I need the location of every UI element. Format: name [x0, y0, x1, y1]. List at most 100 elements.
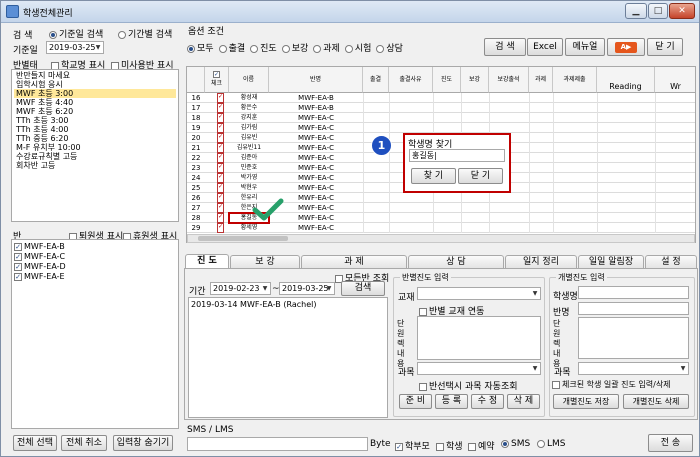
- subject-select[interactable]: ▼: [417, 362, 541, 375]
- option-radio-0[interactable]: 모두: [187, 44, 214, 54]
- checkbox-parent[interactable]: ✓ 학부모: [395, 439, 430, 452]
- row-check[interactable]: ✓: [205, 103, 229, 113]
- row-check[interactable]: ✓: [205, 143, 229, 153]
- student-name-input[interactable]: 홍길동|: [409, 149, 505, 162]
- col-attend-reason[interactable]: 출결사유: [389, 67, 433, 93]
- option-radio-6[interactable]: 상담: [376, 44, 403, 54]
- radio-period[interactable]: 기간별 검색: [118, 27, 172, 40]
- checkbox-reserve[interactable]: 예약: [468, 439, 495, 452]
- period-to-field[interactable]: 2019-03-25 ▼: [279, 282, 335, 295]
- indiv-delete-button[interactable]: 개별진도 삭제: [623, 394, 689, 409]
- row-check[interactable]: ✓: [205, 213, 229, 223]
- base-date-field[interactable]: 2019-03-25 ▼: [46, 41, 104, 54]
- option-radio-5[interactable]: 시험: [344, 44, 371, 54]
- find-button[interactable]: 찾 기: [411, 168, 456, 184]
- find-close-button[interactable]: 닫 기: [458, 168, 503, 184]
- maximize-button[interactable]: □: [648, 3, 668, 19]
- checkbox-student[interactable]: 학생: [436, 439, 463, 452]
- ban-item[interactable]: ✓ MWF-EA-B: [14, 242, 176, 252]
- checkbox[interactable]: ✓: [14, 242, 22, 251]
- class-type-item[interactable]: M-F 유치부 10:00: [14, 143, 176, 152]
- class-type-item[interactable]: MWF 초등 6:20: [14, 107, 176, 116]
- manual-button[interactable]: 메뉴얼: [565, 38, 605, 56]
- ban-item[interactable]: ✓ MWF-EA-C: [14, 252, 176, 262]
- row-check[interactable]: ✓: [205, 153, 229, 163]
- excel-button[interactable]: Excel: [527, 38, 563, 56]
- indiv-student-field[interactable]: [578, 286, 689, 299]
- prepare-button[interactable]: 준 비: [399, 394, 432, 409]
- tab-3[interactable]: 상 담: [408, 255, 504, 268]
- checkbox[interactable]: ✓: [14, 272, 22, 281]
- tab-2[interactable]: 과 제: [301, 255, 407, 268]
- send-button[interactable]: 전 송: [648, 434, 693, 452]
- option-radio-1[interactable]: 출결: [218, 44, 245, 54]
- row-check[interactable]: ✓: [205, 193, 229, 203]
- radio-lms[interactable]: LMS: [537, 439, 566, 449]
- table-row[interactable]: 19 ✓ 김가림 MWF-EA-C: [187, 123, 695, 133]
- minimize-button[interactable]: ▁: [625, 3, 647, 19]
- row-check[interactable]: ✓: [205, 173, 229, 183]
- class-type-item[interactable]: 반만들지 마세요: [14, 71, 176, 80]
- cancel-all-button[interactable]: 전체 취소: [61, 435, 107, 451]
- indiv-subject-select[interactable]: ▼: [578, 362, 689, 375]
- table-row[interactable]: 17 ✓ 황은수 MWF-EA-B: [187, 103, 695, 113]
- progress-search-button[interactable]: 검색: [341, 281, 385, 296]
- tab-4[interactable]: 일지 정리: [505, 255, 577, 268]
- register-button[interactable]: 등 록: [435, 394, 468, 409]
- sms-message-input[interactable]: [187, 437, 368, 451]
- textbook-select[interactable]: ▼: [417, 287, 541, 300]
- search-button[interactable]: 검 색: [484, 38, 526, 56]
- class-type-item[interactable]: TTh 초등 4:00: [14, 125, 176, 134]
- indiv-save-button[interactable]: 개별진도 저장: [553, 394, 619, 409]
- row-check[interactable]: ✓: [205, 123, 229, 133]
- row-check[interactable]: ✓: [205, 203, 229, 213]
- option-radio-2[interactable]: 진도: [250, 44, 277, 54]
- table-row[interactable]: 18 ✓ 강지훈 MWF-EA-C: [187, 113, 695, 123]
- row-check[interactable]: ✓: [205, 93, 229, 103]
- option-radio-3[interactable]: 보강: [281, 44, 308, 54]
- col-homework[interactable]: 과제: [529, 67, 553, 93]
- close-window-button[interactable]: 닫 기: [647, 38, 683, 56]
- indiv-ban-field[interactable]: [578, 302, 689, 315]
- option-radio-4[interactable]: 과제: [313, 44, 340, 54]
- select-all-button[interactable]: 전체 선택: [13, 435, 57, 451]
- class-type-item[interactable]: MWF 초등 3:00: [14, 89, 176, 98]
- col-writing[interactable]: Wr: [655, 67, 695, 93]
- delete-button[interactable]: 삭 제: [507, 394, 540, 409]
- col-reading[interactable]: Reading: [597, 67, 655, 93]
- table-row[interactable]: 16 ✓ 황성재 MWF-EA-B: [187, 93, 695, 103]
- tab-6[interactable]: 설 정: [645, 255, 697, 268]
- col-check[interactable]: ✓ 체크: [205, 67, 229, 93]
- row-check[interactable]: ✓: [205, 133, 229, 143]
- radio-sms[interactable]: SMS: [501, 439, 530, 449]
- col-progress[interactable]: 진도: [433, 67, 461, 93]
- col-homework-submit[interactable]: 과제제출: [553, 67, 597, 93]
- grid-horizontal-scrollbar[interactable]: [187, 234, 695, 243]
- checkbox[interactable]: ✓: [14, 252, 22, 261]
- tab-5[interactable]: 일일 알림장: [578, 255, 644, 268]
- col-makeup[interactable]: 보강: [461, 67, 489, 93]
- class-type-item[interactable]: TTh 초등 3:00: [14, 116, 176, 125]
- row-check[interactable]: ✓: [205, 223, 229, 233]
- col-ban[interactable]: 반명: [269, 67, 363, 93]
- indiv-unit-textarea[interactable]: [578, 317, 689, 359]
- ban-item[interactable]: ✓ MWF-EA-E: [14, 272, 176, 282]
- period-from-field[interactable]: 2019-02-23 ▼: [210, 282, 271, 295]
- tab-0[interactable]: 진 도: [185, 254, 229, 269]
- radio-base-date[interactable]: 기준일 검색: [49, 27, 103, 40]
- col-attend[interactable]: 출결: [363, 67, 389, 93]
- hide-input-button[interactable]: 입력창 숨기기: [113, 435, 173, 451]
- checkbox-bulk-progress[interactable]: 체크된 학생 일괄 진도 입력/삭제: [552, 379, 671, 390]
- video-button[interactable]: A▶: [607, 38, 645, 56]
- ban-item[interactable]: ✓ MWF-EA-D: [14, 262, 176, 272]
- class-type-item[interactable]: 수강료규칙별 고등: [14, 152, 176, 161]
- progress-entry[interactable]: 2019-03-14 MWF-EA-B (Rachel): [191, 300, 316, 309]
- row-check[interactable]: ✓: [205, 113, 229, 123]
- checkbox[interactable]: ✓: [14, 262, 22, 271]
- class-type-item[interactable]: 회차반 고등: [14, 161, 176, 170]
- edit-button[interactable]: 수 정: [471, 394, 504, 409]
- table-row[interactable]: 29 ✓ 황세영 MWF-EA-C: [187, 223, 695, 233]
- row-check[interactable]: ✓: [205, 163, 229, 173]
- close-button[interactable]: ✕: [669, 3, 695, 19]
- ban-unit-textarea[interactable]: [417, 316, 541, 360]
